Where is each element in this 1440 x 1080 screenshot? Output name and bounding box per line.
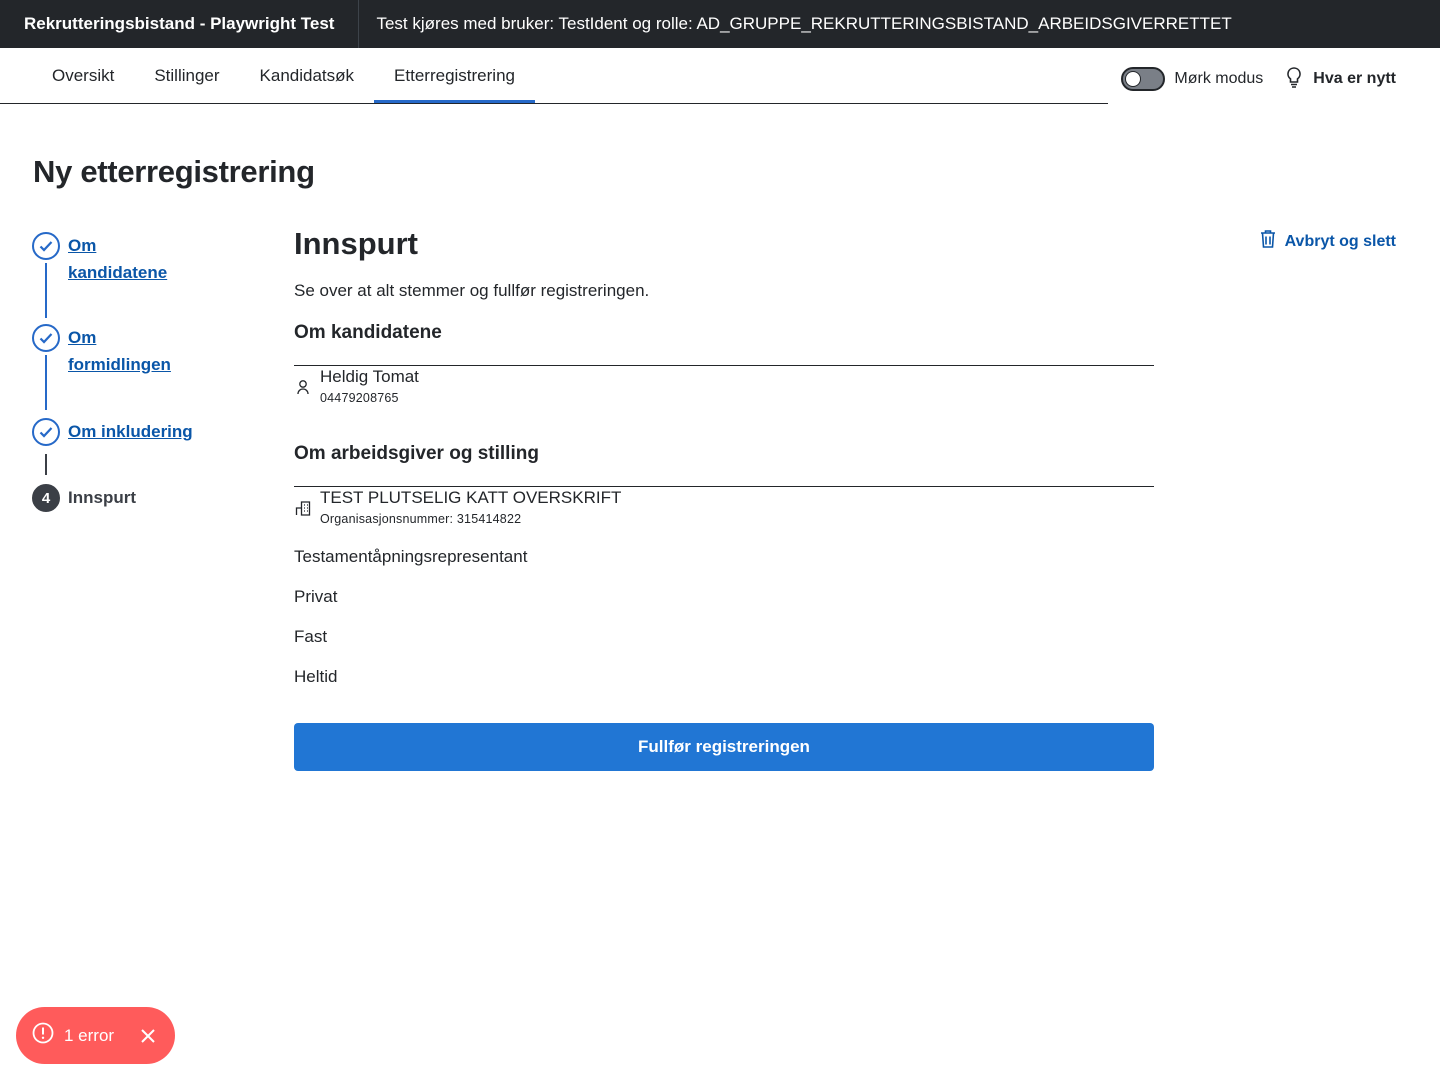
error-count: 1 error [64,1025,115,1045]
nav-right-actions: Mørk modus Hva er nytt [1121,48,1396,110]
checkmark-icon [32,232,60,260]
app-title[interactable]: Rekrutteringsbistand - Playwright Test [0,0,360,48]
whats-new-label: Hva er nytt [1313,70,1396,87]
detail-work-time: Heltid [294,667,338,686]
tab-etterregistrering[interactable]: Etterregistrering [374,48,535,104]
section-title: Innspurt [294,226,418,261]
detail-occupation: Testamentåpningsrepresentant [294,547,528,566]
step-label[interactable]: Om inkludering [68,418,228,446]
checkmark-icon [32,324,60,352]
candidate-name: Heldig Tomat [320,367,419,386]
step-label[interactable]: Om formidlingen [68,324,178,378]
toggle-knob [1125,71,1142,87]
whats-new-button[interactable]: Hva er nytt [1285,66,1396,93]
step-om-kandidatene[interactable]: Om kandidatene [32,232,178,286]
top-bar: Rekrutteringsbistand - Playwright Test T… [0,0,1440,48]
intro-text: Se over at alt stemmer og fullfør regist… [294,281,650,300]
step-label[interactable]: Om kandidatene [68,232,178,286]
step-connector [45,355,47,410]
employer-name: TEST PLUTSELIG KATT OVERSKRIFT [320,488,622,507]
page-title: Ny etterregistrering [33,154,315,189]
candidate-entry: Heldig Tomat 04479208765 [294,366,419,405]
org-number: Organisasjonsnummer: 315414822 [320,512,522,526]
test-user-info: Test kjøres med bruker: TestIdent og rol… [376,14,1232,33]
tab-kandidatsok[interactable]: Kandidatsøk [240,48,375,104]
person-icon [294,379,312,405]
toggle-switch[interactable] [1121,67,1166,91]
building-icon [294,500,312,526]
tab-oversikt[interactable]: Oversikt [32,48,134,104]
lightbulb-icon [1285,66,1303,93]
trash-icon [1259,229,1277,254]
step-innspurt: 4 Innspurt [32,484,136,512]
divider [294,365,1154,366]
complete-registration-button[interactable]: Fullfør registreringen [294,723,1154,771]
nav-divider [0,103,1108,104]
step-number: 4 [32,484,60,512]
error-toast[interactable]: 1 error [16,1007,175,1064]
employer-entry: TEST PLUTSELIG KATT OVERSKRIFT Organisas… [294,487,621,526]
cancel-and-delete-button[interactable]: Avbryt og slett [1259,229,1396,254]
main-nav: Oversikt Stillinger Kandidatsøk Etterreg… [0,48,1440,105]
detail-sector: Privat [294,587,338,606]
candidate-id: 04479208765 [320,391,399,405]
employer-heading: Om arbeidsgiver og stilling [294,443,539,464]
candidates-heading: Om kandidatene [294,322,442,343]
close-icon[interactable] [140,1028,156,1044]
dark-mode-toggle[interactable]: Mørk modus [1121,67,1263,91]
step-label: Innspurt [68,488,136,507]
nav-tabs: Oversikt Stillinger Kandidatsøk Etterreg… [32,48,535,104]
detail-employment-type: Fast [294,627,328,646]
step-connector [45,263,47,318]
step-om-formidlingen[interactable]: Om formidlingen [32,324,178,378]
tab-stillinger[interactable]: Stillinger [134,48,239,104]
alert-icon [32,1022,54,1049]
step-om-inkludering[interactable]: Om inkludering [32,418,228,446]
dark-mode-label: Mørk modus [1174,70,1264,87]
cancel-label: Avbryt og slett [1284,232,1396,250]
step-connector [45,454,47,475]
checkmark-icon [32,418,60,446]
